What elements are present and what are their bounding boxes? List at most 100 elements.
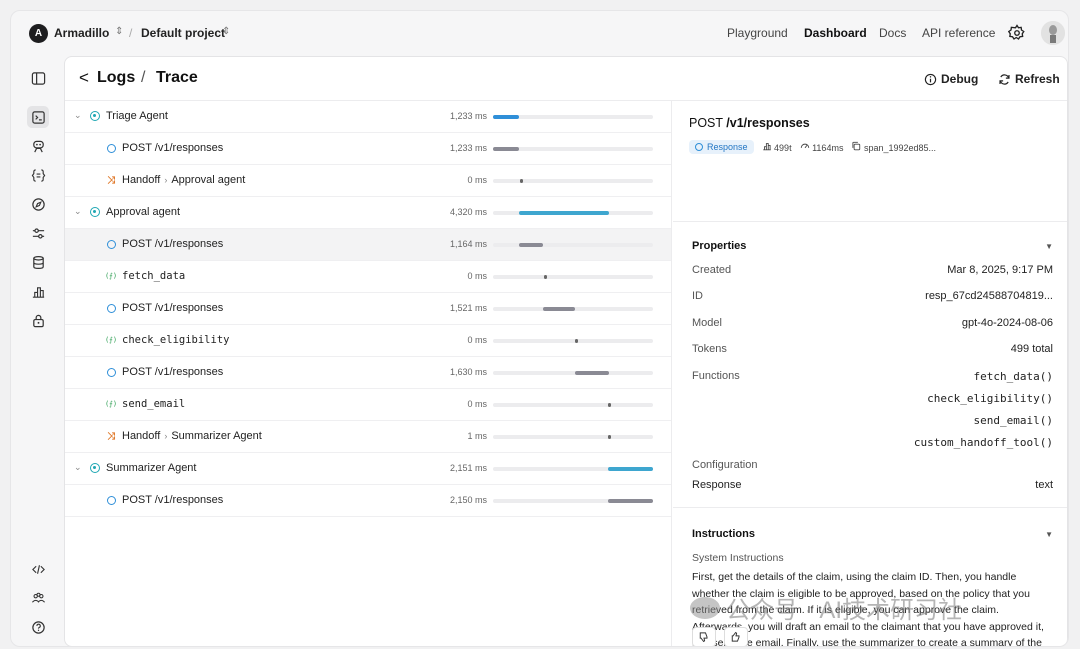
timeline-track [493, 179, 653, 183]
agent-icon [89, 110, 101, 122]
trace-row[interactable]: ⌄ Summarizer Agent 2,151 ms [65, 453, 671, 485]
timeline-track [493, 371, 653, 375]
trace-row-label: Handoff › Summarizer Agent [122, 430, 262, 442]
org-switcher-chevron-icon[interactable]: ⇕ [115, 26, 123, 37]
thumbs-up-icon [731, 631, 740, 642]
database-icon[interactable] [27, 251, 49, 273]
collapse-chevron-icon[interactable]: ⌄ [74, 110, 82, 121]
span-id-value: span_1992ed85... [863, 143, 937, 153]
timeline-bar [608, 435, 611, 439]
prop-configuration-key: Configuration [692, 459, 758, 471]
trace-row[interactable]: POST /v1/responses 1,233 ms [65, 133, 671, 165]
trace-row[interactable]: POST /v1/responses 2,150 ms [65, 485, 671, 517]
trace-row-label: Approval agent [106, 206, 180, 218]
functions-icon[interactable] [27, 164, 49, 186]
divider [673, 221, 1067, 222]
collapse-chevron-icon[interactable]: ⌄ [74, 206, 82, 217]
refresh-button[interactable]: Refresh [998, 72, 1060, 86]
trace-row-label: check_eligibility [122, 334, 230, 346]
trace-row-label: Triage Agent [106, 110, 168, 122]
trace-row[interactable]: POST /v1/responses 1,164 ms [65, 229, 671, 261]
sliders-icon[interactable] [27, 222, 49, 244]
trace-row-label: Handoff › Approval agent [122, 174, 246, 186]
timeline-track [493, 307, 653, 311]
latency-stat: 1164ms [800, 141, 843, 153]
wechat-logo-icon [690, 596, 720, 619]
trace-row[interactable]: (⨍) check_eligibility 0 ms [65, 325, 671, 357]
span-id-copy[interactable]: span_1992ed85... [851, 141, 936, 153]
response-icon [105, 238, 117, 250]
trace-row-label: POST /v1/responses [122, 494, 224, 506]
response-icon [105, 366, 117, 378]
prop-id-value[interactable]: resp_67cd24588704819... [925, 290, 1053, 302]
response-icon [105, 494, 117, 506]
trace-row[interactable]: ⌄ Approval agent 4,320 ms [65, 197, 671, 229]
trace-row-duration: 2,151 ms [449, 463, 487, 473]
trace-row[interactable]: POST /v1/responses 1,630 ms [65, 357, 671, 389]
nav-playground[interactable]: Playground [727, 26, 788, 40]
nav-dashboard[interactable]: Dashboard [804, 26, 867, 40]
nav-docs[interactable]: Docs [879, 26, 906, 40]
sidebar-toggle-icon[interactable] [27, 67, 49, 89]
user-avatar[interactable] [1041, 21, 1065, 45]
watermark-text: 公众号 · AI技术研习社 [726, 597, 963, 624]
timeline-bar [575, 371, 609, 375]
breadcrumb-logs[interactable]: Logs [97, 69, 135, 87]
thumbs-down-button[interactable] [692, 627, 716, 646]
trace-row[interactable]: ⌄ Triage Agent 1,233 ms [65, 101, 671, 133]
response-badge: Response [689, 140, 754, 154]
trace-row-label: POST /v1/responses [122, 302, 224, 314]
timeline-track [493, 211, 653, 215]
instructions-collapse-icon[interactable]: ▼ [1045, 530, 1053, 539]
response-icon [105, 142, 117, 154]
timeline-bar [608, 499, 653, 503]
trace-row[interactable]: ⤨ Handoff › Approval agent 0 ms [65, 165, 671, 197]
org-avatar[interactable]: A [29, 24, 48, 43]
trace-row-duration: 0 ms [467, 271, 487, 281]
prop-model-value: gpt-4o-2024-08-06 [961, 317, 1053, 329]
trace-row-duration: 1,164 ms [449, 239, 487, 249]
debug-button[interactable]: Debug [924, 72, 978, 86]
refresh-label: Refresh [1015, 72, 1060, 86]
thumbs-up-button[interactable] [724, 627, 748, 646]
debug-label: Debug [941, 72, 979, 86]
properties-heading: Properties [692, 240, 747, 252]
timeline-bar [519, 211, 609, 215]
code-icon[interactable] [27, 558, 49, 580]
trace-panel: < Logs / Trace Debug Refresh ⌄ Triage Age… [64, 56, 1068, 646]
function-icon: (⨍) [104, 336, 118, 344]
trace-row[interactable]: ⤨ Handoff › Summarizer Agent 1 ms [65, 421, 671, 453]
function-item: custom_handoff_tool() [913, 436, 1053, 449]
trace-row[interactable]: POST /v1/responses 1,521 ms [65, 293, 671, 325]
trace-row[interactable]: (⨍) fetch_data 0 ms [65, 261, 671, 293]
settings-gear-icon[interactable] [1008, 24, 1026, 42]
breadcrumb-separator: / [141, 69, 146, 86]
back-chevron-icon[interactable]: < [79, 68, 89, 88]
instructions-heading: Instructions [692, 528, 755, 540]
trace-row-label: Summarizer Agent [106, 462, 197, 474]
page-title: Trace [156, 69, 198, 86]
function-item: check_eligibility() [927, 392, 1053, 405]
compass-icon[interactable] [27, 193, 49, 215]
span-path: /v1/responses [726, 116, 810, 130]
usage-icon[interactable] [27, 280, 49, 302]
tokens-value: 499t [774, 143, 792, 153]
logs-icon[interactable] [27, 106, 49, 128]
help-icon[interactable] [27, 616, 49, 638]
assistants-icon[interactable] [27, 135, 49, 157]
timeline-track [493, 115, 653, 119]
panel-header: < Logs / Trace Debug Refresh [65, 57, 1067, 101]
properties-collapse-icon[interactable]: ▼ [1045, 242, 1053, 251]
trace-row[interactable]: (⨍) send_email 0 ms [65, 389, 671, 421]
project-switcher-chevron-icon[interactable]: ⇕ [222, 26, 230, 37]
thumbs-down-icon [699, 632, 708, 643]
timeline-track [493, 147, 653, 151]
collapse-chevron-icon[interactable]: ⌄ [74, 462, 82, 473]
team-icon[interactable] [27, 587, 49, 609]
nav-api-reference[interactable]: API reference [922, 26, 995, 40]
lock-icon[interactable] [27, 309, 49, 331]
project-switcher[interactable]: Default project [141, 26, 225, 40]
watermark: 公众号 · AI技术研习社 [690, 590, 962, 625]
org-switcher[interactable]: Armadillo [54, 26, 109, 40]
function-item: fetch_data() [973, 370, 1053, 383]
